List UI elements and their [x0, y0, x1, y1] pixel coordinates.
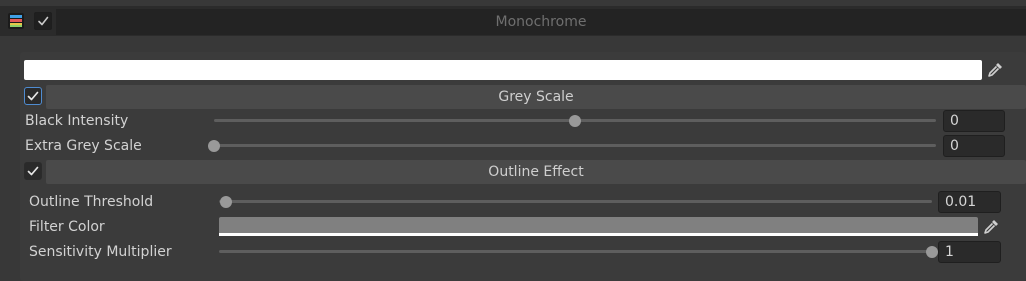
eyedropper-icon[interactable]	[985, 60, 1005, 80]
filter-color-label: Filter Color	[29, 219, 105, 235]
extra-grey-scale-input[interactable]: 0	[943, 135, 1005, 157]
top-color-field[interactable]	[24, 60, 982, 80]
grey-scale-header[interactable]: Grey Scale	[46, 85, 1026, 109]
outline-threshold-label: Outline Threshold	[29, 194, 154, 210]
outline-effect-header[interactable]: Outline Effect	[46, 160, 1026, 184]
component-enable-checkbox[interactable]	[34, 12, 52, 30]
black-intensity-input[interactable]: 0	[943, 110, 1005, 132]
palette-icon	[8, 13, 24, 29]
grey-scale-checkbox[interactable]	[24, 87, 42, 105]
outline-effect-checkbox[interactable]	[24, 162, 42, 180]
outline-threshold-slider-track[interactable]	[219, 200, 932, 203]
sensitivity-multiplier-input[interactable]: 1	[938, 241, 1001, 263]
sensitivity-multiplier-label: Sensitivity Multiplier	[29, 244, 172, 260]
black-intensity-label: Black Intensity	[25, 113, 129, 129]
sensitivity-multiplier-slider-track[interactable]	[219, 250, 932, 253]
component-title: Monochrome	[495, 14, 587, 30]
extra-grey-scale-label: Extra Grey Scale	[25, 138, 142, 154]
extra-grey-scale-slider-thumb[interactable]	[208, 140, 220, 152]
sensitivity-multiplier-slider-thumb[interactable]	[926, 246, 938, 258]
eyedropper-icon[interactable]	[981, 217, 1001, 237]
outline-threshold-input[interactable]: 0.01	[938, 191, 1001, 213]
filter-color-swatch[interactable]	[219, 217, 978, 233]
black-intensity-slider-thumb[interactable]	[569, 115, 581, 127]
filter-color-alpha-bar	[219, 233, 978, 236]
extra-grey-scale-slider-track[interactable]	[214, 144, 936, 147]
